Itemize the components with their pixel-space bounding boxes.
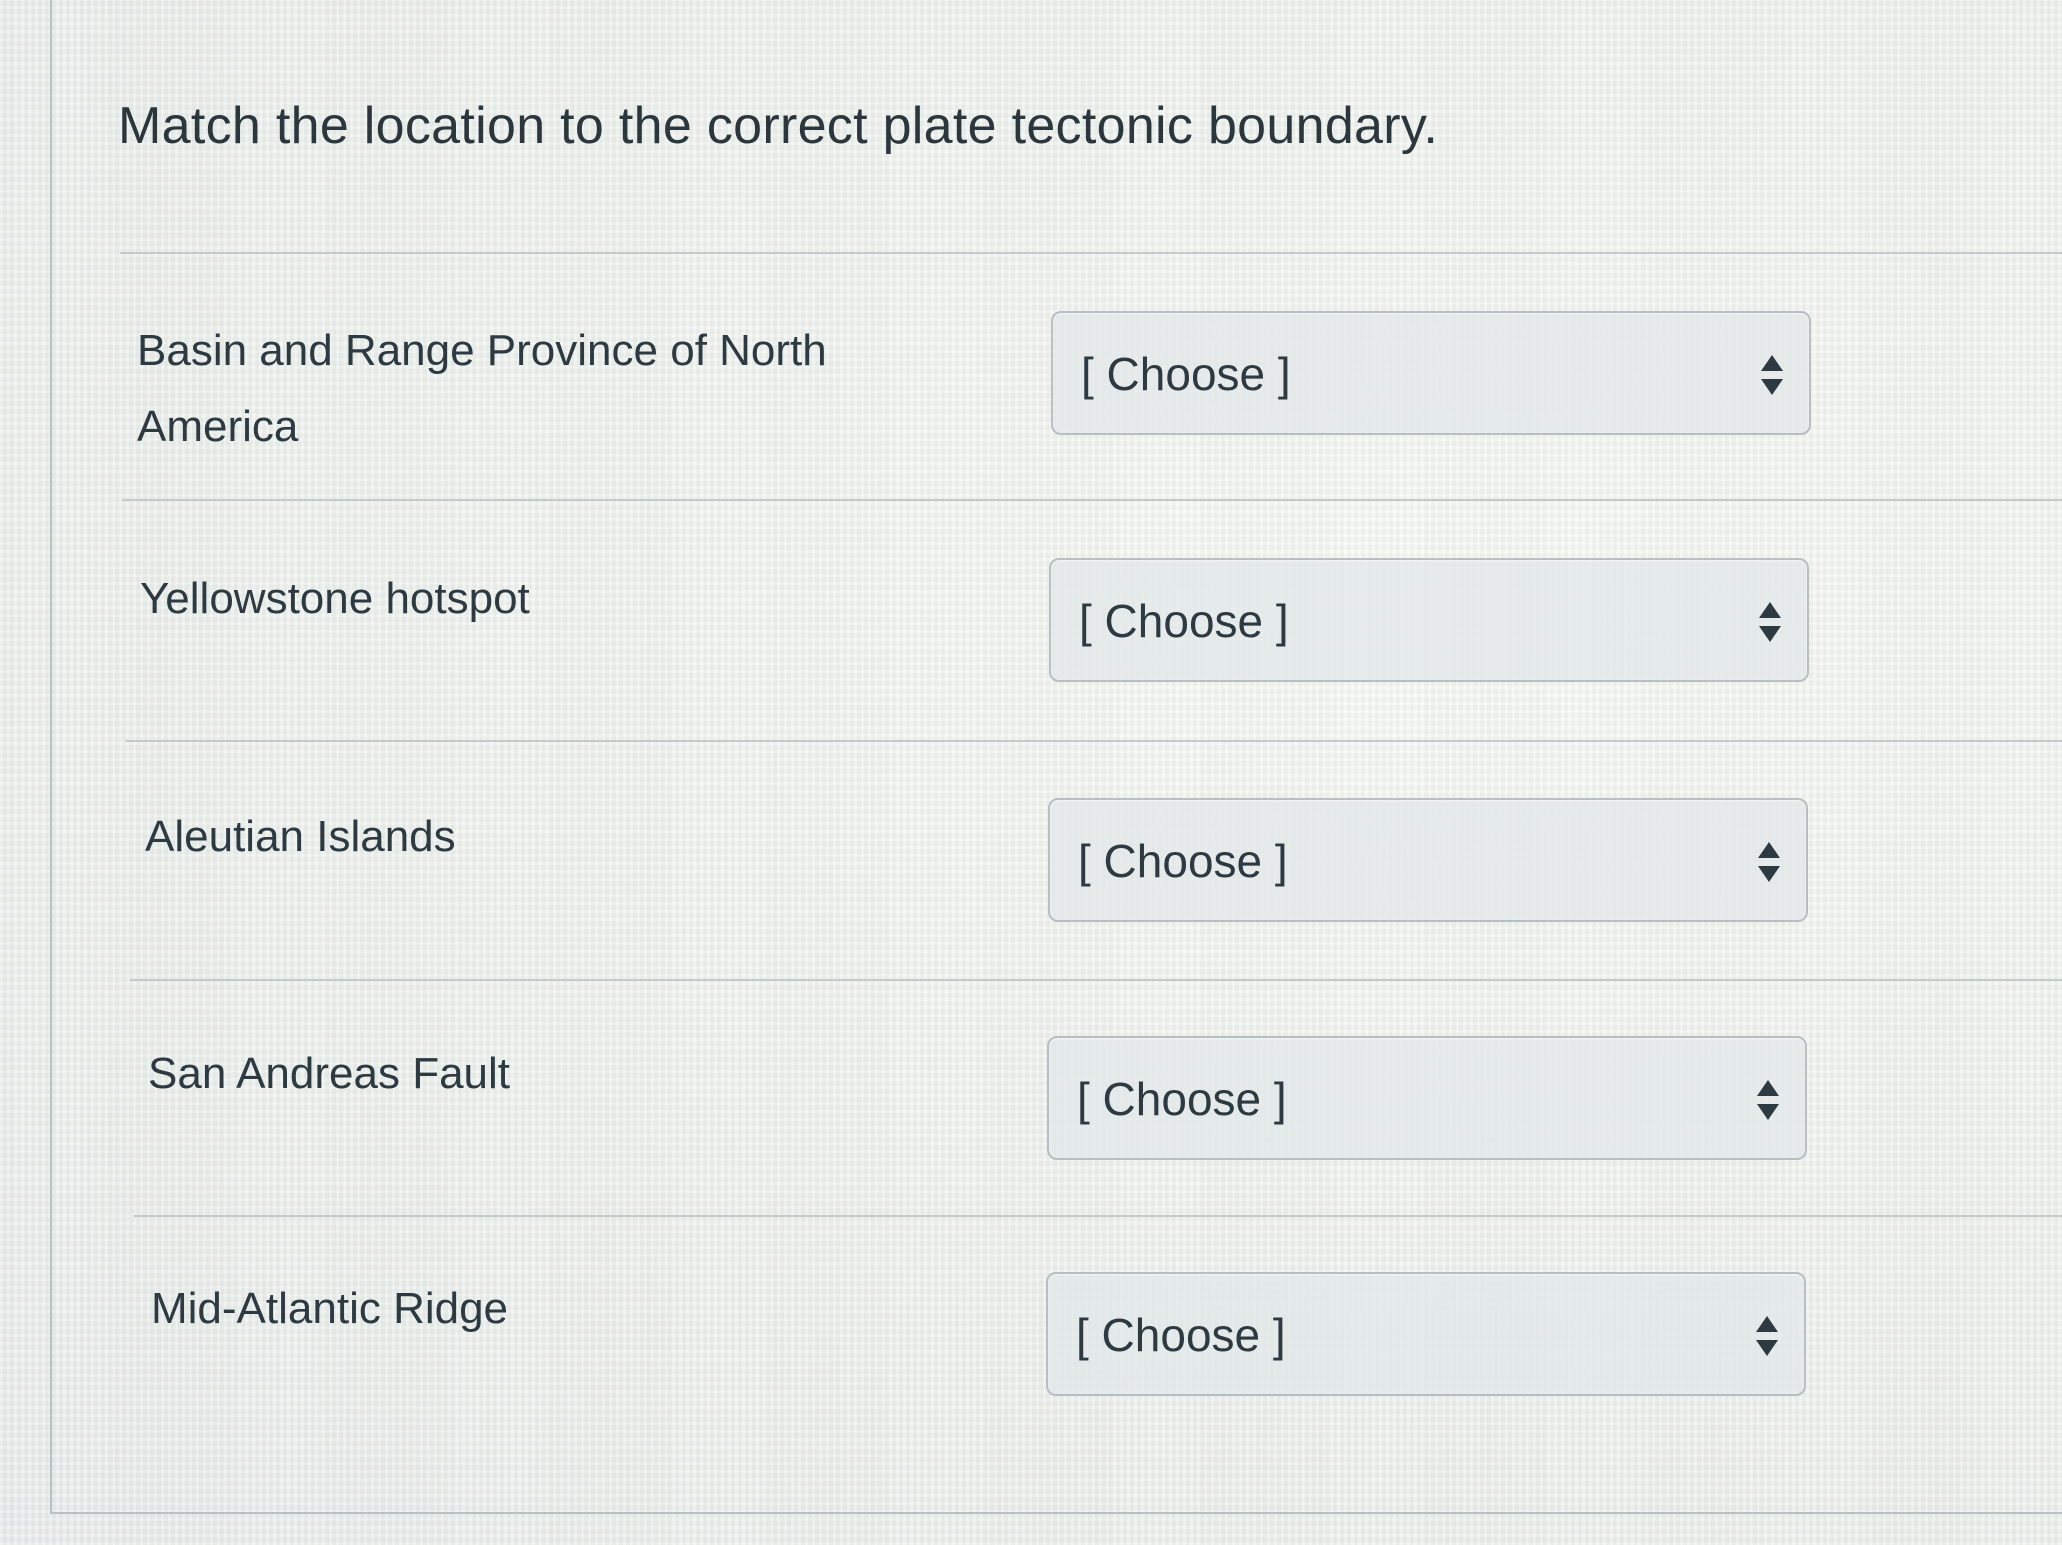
question-text: Match the location to the correct plate … xyxy=(118,97,1439,155)
select-value: [ Choose ] xyxy=(1079,595,1289,647)
divider-row-4 xyxy=(134,1215,2062,1217)
answer-select-san-andreas-fault[interactable]: [ Choose ] xyxy=(1047,1036,1807,1160)
answer-select-aleutian-islands[interactable]: [ Choose ] xyxy=(1048,798,1808,922)
answer-label-basin-and-range: Basin and Range Province of North Americ… xyxy=(137,326,827,451)
up-down-arrows-icon xyxy=(1758,842,1780,882)
up-down-arrows-icon xyxy=(1761,355,1783,395)
answer-select-yellowstone-hotspot[interactable]: [ Choose ] xyxy=(1049,558,1809,682)
answer-label-san-andreas-fault: San Andreas Fault xyxy=(148,1049,511,1098)
answer-label-yellowstone-hotspot: Yellowstone hotspot xyxy=(140,574,530,623)
answer-label-aleutian-islands: Aleutian Islands xyxy=(145,812,456,861)
select-value: [ Choose ] xyxy=(1078,835,1288,887)
divider-top xyxy=(120,252,2062,254)
answer-select-basin-and-range[interactable]: [ Choose ] xyxy=(1051,311,1811,435)
select-value: [ Choose ] xyxy=(1081,348,1291,400)
divider-row-3 xyxy=(130,979,2062,981)
up-down-arrows-icon xyxy=(1759,602,1781,642)
answer-label-mid-atlantic-ridge: Mid-Atlantic Ridge xyxy=(151,1284,509,1333)
select-value: [ Choose ] xyxy=(1076,1309,1286,1361)
answer-select-mid-atlantic-ridge[interactable]: [ Choose ] xyxy=(1046,1272,1806,1396)
up-down-arrows-icon xyxy=(1757,1080,1779,1120)
divider-row-2 xyxy=(126,740,2062,742)
up-down-arrows-icon xyxy=(1756,1316,1778,1356)
divider-row-1 xyxy=(122,499,2062,501)
select-value: [ Choose ] xyxy=(1077,1073,1287,1125)
